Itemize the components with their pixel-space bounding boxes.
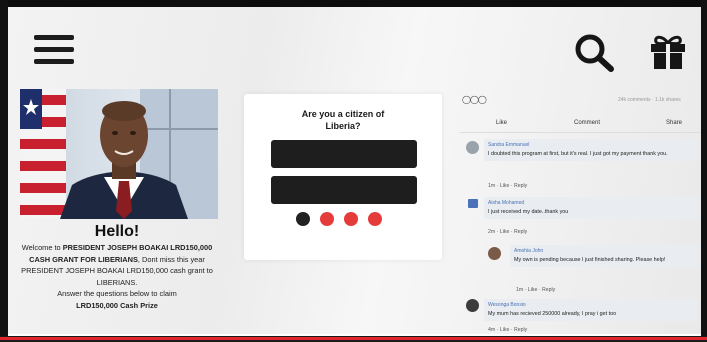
progress-dot-4 — [368, 212, 382, 226]
promo-title: Hello! — [94, 223, 140, 240]
gift-icon[interactable] — [648, 33, 688, 71]
comment-text: I just received my date..thank you — [488, 209, 569, 215]
promo-prize: LRD150,000 Cash Prize — [76, 300, 158, 310]
screen-bezel-left — [0, 0, 8, 342]
progress-dot-2 — [320, 212, 334, 226]
comment-meta[interactable]: 2m · Like · Reply — [488, 229, 527, 235]
reactions-icon: ◯◯◯ — [462, 95, 487, 104]
comment-bubble: Sandra Emmanuel I doubted this program a… — [484, 139, 698, 161]
like-button[interactable]: Like — [496, 120, 507, 126]
comments-count: 24k comments · 1.1k shares — [618, 97, 681, 103]
answer-option-2[interactable] — [271, 176, 417, 204]
comment-text: My own is pending because I just finishe… — [514, 257, 666, 263]
quiz-question: Are you a citizen of Liberia? — [301, 109, 385, 131]
answer-option-1[interactable] — [271, 140, 417, 168]
avatar — [466, 141, 479, 154]
president-photo — [20, 89, 218, 219]
comment-author[interactable]: Wesonga Bonsio — [488, 302, 694, 308]
comment-bubble: Aisha Mohamed I just received my date..t… — [484, 197, 698, 219]
share-button[interactable]: Share — [666, 120, 682, 126]
red-accent-line — [0, 337, 707, 340]
promo-description: Welcome to PRESIDENT JOSEPH BOAKAI LRD15… — [14, 242, 220, 312]
comment-bubble: Wesonga Bonsio My mum has recieved 25000… — [484, 299, 698, 321]
comment-button[interactable]: Comment — [574, 120, 600, 126]
avatar — [488, 247, 501, 260]
comment-meta[interactable]: 4m · Like · Reply — [488, 327, 527, 333]
comment-author[interactable]: Amohia John — [514, 248, 694, 254]
hamburger-menu-icon[interactable] — [34, 35, 74, 65]
page-screen: Hello! Welcome to PRESIDENT JOSEPH BOAKA… — [8, 7, 701, 334]
search-icon[interactable] — [574, 33, 616, 73]
comment-text: I doubted this program at first, but it'… — [488, 151, 668, 157]
avatar — [468, 199, 478, 208]
screen-bezel-top — [0, 0, 707, 7]
comment-bubble: Amohia John My own is pending because I … — [510, 245, 698, 267]
comments-panel: ◯◯◯ 24k comments · 1.1k shares Like Comm… — [460, 93, 701, 334]
comment-meta[interactable]: 1m · Like · Reply — [488, 183, 527, 189]
promo-line3: Answer the questions below to claim — [57, 289, 177, 299]
quiz-card: Are you a citizen of Liberia? — [244, 94, 442, 260]
comments-actions: Like Comment Share — [460, 115, 701, 133]
comment-author[interactable]: Sandra Emmanuel — [488, 142, 694, 148]
comment-text: My mum has recieved 250000 already, I pr… — [488, 311, 617, 317]
progress-dot-3 — [344, 212, 358, 226]
comments-header: ◯◯◯ 24k comments · 1.1k shares — [460, 93, 701, 113]
screen-bezel-right — [701, 0, 707, 342]
comment-author[interactable]: Aisha Mohamed — [488, 200, 694, 206]
avatar — [466, 299, 479, 312]
promo-line1: Welcome to — [21, 243, 63, 252]
progress-dot-1 — [296, 212, 310, 226]
comment-meta[interactable]: 1m · Like · Reply — [516, 287, 555, 293]
